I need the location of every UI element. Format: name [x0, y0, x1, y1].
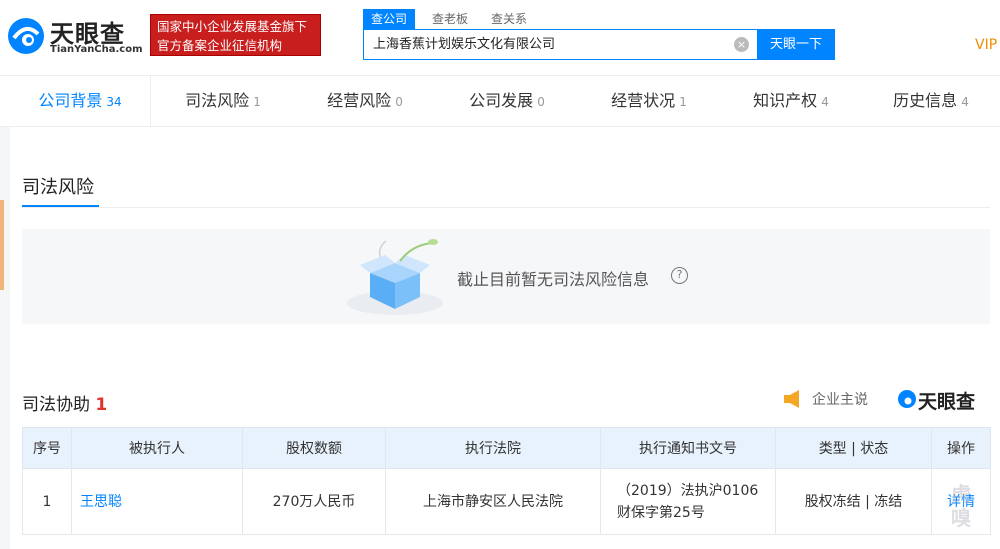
- court-name: 上海市静安区人民法院: [385, 468, 601, 535]
- tab-label: 知识产权: [753, 91, 818, 110]
- tab-operating-risk[interactable]: 经营风险 0: [294, 76, 436, 126]
- col-equity-amount: 股权数额: [242, 427, 386, 469]
- search-input-value: 上海香蕉计划娱乐文化有限公司: [373, 37, 556, 52]
- left-edge: [0, 127, 10, 549]
- col-executee: 被执行人: [71, 427, 243, 469]
- col-action: 操作: [931, 427, 991, 469]
- tab-label: 经营状况: [611, 91, 676, 110]
- mini-logo-text: 天眼查: [918, 391, 976, 413]
- tab-count: 4: [961, 95, 969, 109]
- logo-subtext: TianYanCha.com: [50, 44, 143, 55]
- top-header: 天眼查 TianYanCha.com 国家中小企业发展基金旗下 官方备案企业征信…: [0, 0, 1000, 75]
- type-status: 股权冻结 | 冻结: [775, 468, 932, 535]
- empty-box-icon: [347, 239, 443, 315]
- col-type-status: 类型 | 状态: [775, 427, 932, 469]
- col-court: 执行法院: [385, 427, 601, 469]
- row-index: 1: [22, 468, 72, 535]
- speaker-icon: [784, 390, 799, 408]
- tab-divider: [150, 76, 151, 126]
- tab-judicial-risk[interactable]: 司法风险 1: [152, 76, 294, 126]
- tab-intellectual-property[interactable]: 知识产权 4: [720, 76, 862, 126]
- tianyancha-logo-icon: [8, 18, 44, 54]
- tab-count: 34: [106, 95, 122, 109]
- section-title-underline: [22, 205, 99, 207]
- judicial-assist-table: 序号 被执行人 股权数额 执行法院 执行通知书文号 类型 | 状态 操作 1 王…: [22, 427, 991, 535]
- tab-company-background[interactable]: 公司背景 34: [10, 76, 150, 126]
- tianyancha-mini-logo-icon: [898, 390, 916, 408]
- tab-label: 司法风险: [185, 91, 250, 110]
- tab-count: 1: [679, 95, 687, 109]
- col-notice-number: 执行通知书文号: [600, 427, 776, 469]
- badge-line-2: 官方备案企业征信机构: [157, 38, 283, 53]
- judicial-assist-count: 1: [95, 395, 108, 415]
- search-input[interactable]: 上海香蕉计划娱乐文化有限公司 ×: [363, 29, 757, 60]
- watermark-logo: 虎嗅: [951, 482, 971, 530]
- section-divider: [22, 207, 990, 208]
- search-tab-relation[interactable]: 查关系: [483, 9, 535, 29]
- empty-state: 截止目前暂无司法风险信息 ?: [22, 229, 990, 324]
- search-button[interactable]: 天眼一下: [757, 29, 835, 60]
- notice-number-line-2: 财保字第25号: [617, 504, 705, 521]
- tab-label: 历史信息: [893, 91, 958, 110]
- tianyancha-mini-logo: 天眼查: [897, 387, 989, 413]
- tab-count: 4: [821, 95, 829, 109]
- section-title: 司法风险: [22, 177, 94, 198]
- badge-line-1: 国家中小企业发展基金旗下: [157, 19, 308, 34]
- tab-label: 经营风险: [327, 91, 392, 110]
- notice-number: （2019）法执沪0106 财保字第25号: [600, 468, 776, 535]
- empty-message: 截止目前暂无司法风险信息: [457, 270, 650, 289]
- tianyancha-logo[interactable]: 天眼查 TianYanCha.com: [6, 14, 143, 58]
- notice-number-line-1: （2019）法执沪0106: [617, 482, 759, 499]
- judicial-assist-title: 司法协助 1: [22, 390, 107, 415]
- judicial-assist-label: 司法协助: [22, 395, 90, 415]
- col-index: 序号: [22, 427, 72, 469]
- tab-label: 公司发展: [469, 91, 534, 110]
- search-tab-boss[interactable]: 查老板: [424, 9, 476, 29]
- search-tab-company[interactable]: 查公司: [363, 9, 416, 29]
- table-row: 1 王思聪 270万人民币 上海市静安区人民法院 （2019）法执沪0106 财…: [22, 468, 991, 535]
- owner-says-label: 企业主说: [812, 392, 868, 408]
- tab-count: 0: [537, 95, 545, 109]
- tab-history[interactable]: 历史信息 4: [862, 76, 1000, 126]
- left-edge-accent: [0, 200, 4, 290]
- tab-count: 1: [253, 95, 261, 109]
- table-header-row: 序号 被执行人 股权数额 执行法院 执行通知书文号 类型 | 状态 操作: [22, 427, 991, 469]
- executee-link[interactable]: 王思聪: [71, 468, 243, 535]
- clear-icon[interactable]: ×: [734, 37, 749, 52]
- vip-link[interactable]: VIP: [975, 37, 997, 53]
- help-icon[interactable]: ?: [671, 267, 688, 284]
- official-badge: 国家中小企业发展基金旗下 官方备案企业征信机构: [150, 14, 321, 56]
- equity-amount: 270万人民币: [242, 468, 386, 535]
- tab-operating-status[interactable]: 经营状况 1: [578, 76, 720, 126]
- tab-label: 公司背景: [38, 91, 103, 110]
- tab-count: 0: [395, 95, 403, 109]
- tab-company-development[interactable]: 公司发展 0: [436, 76, 578, 126]
- main-tabs: 公司背景 34 司法风险 1 经营风险 0 公司发展 0 经营状况 1 知识产权 4 历史信…: [0, 75, 1000, 127]
